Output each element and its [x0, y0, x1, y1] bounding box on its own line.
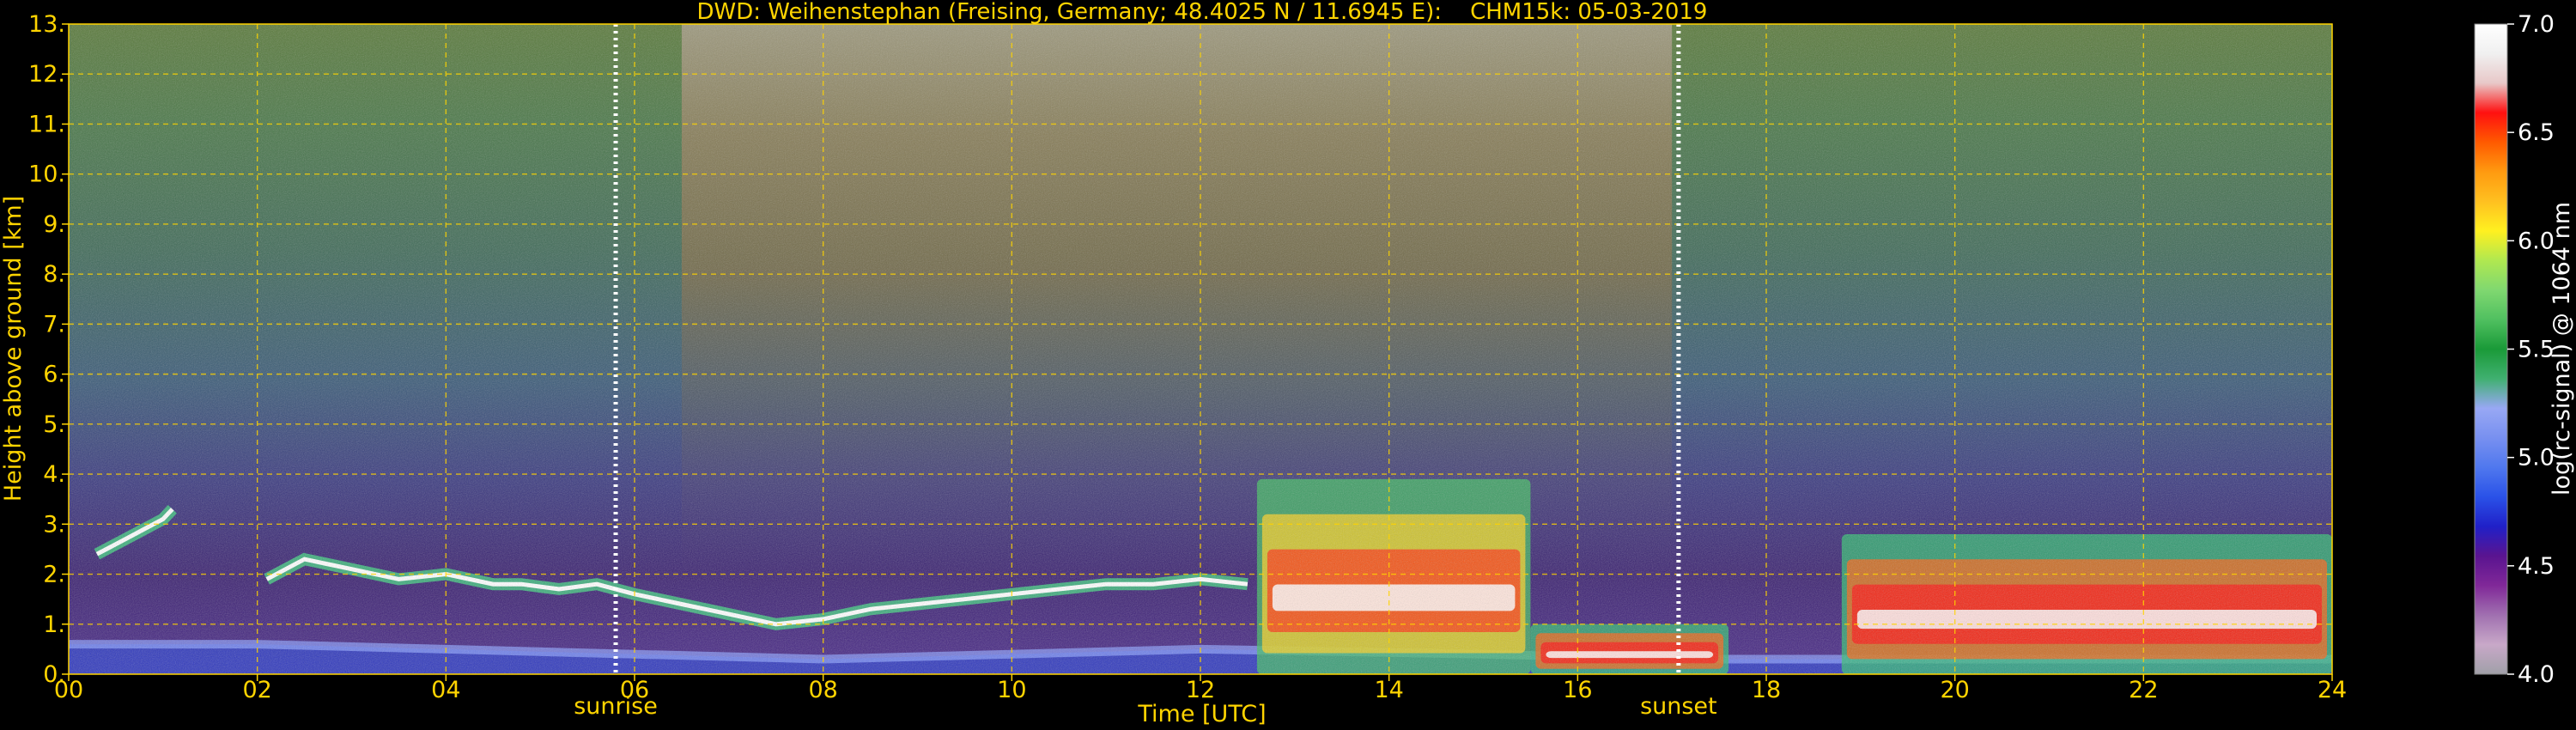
x-axis-ticks: 00 02 04 06 08 10 12 14 16 18 20 22 24: [54, 674, 2347, 703]
x-tick-label: 22: [2129, 677, 2158, 703]
y-axis-label: Height above ground [km]: [0, 196, 27, 502]
y-tick-label: 8.: [43, 261, 65, 288]
sunrise-label: sunrise: [574, 693, 658, 720]
x-tick-label: 24: [2318, 677, 2347, 703]
plot-area: [69, 24, 2332, 674]
x-tick-label: 12: [1186, 677, 1215, 703]
y-tick-label: 6.: [43, 362, 65, 388]
x-tick-label: 16: [1563, 677, 1592, 703]
y-tick-label: 7.: [43, 311, 65, 338]
y-tick-label: 5.: [43, 411, 65, 438]
y-tick-label: 2.: [43, 562, 65, 588]
colorbar-tick-label: 6.5: [2518, 119, 2555, 146]
colorbar-gradient: [2474, 23, 2508, 675]
y-tick-label: 4.: [43, 461, 65, 488]
y-tick-label: 9.: [43, 211, 65, 238]
x-tick-label: 20: [1940, 677, 1969, 703]
x-tick-label: 08: [808, 677, 837, 703]
y-tick-label: 1.: [43, 611, 65, 638]
x-tick-label: 18: [1752, 677, 1781, 703]
colorbar: 4.04.55.05.56.06.57.0 log(rc-signal) @ 1…: [2474, 11, 2575, 688]
y-tick-label: 12.: [28, 61, 65, 88]
y-axis-ticks: 0. 1. 2. 3. 4. 5. 6. 7. 8. 9. 10. 11. 12. 13.: [28, 11, 69, 688]
x-tick-label: 10: [997, 677, 1026, 703]
colorbar-label: log(rc-signal) @ 1064 nm: [2549, 202, 2575, 496]
y-tick-label: 10.: [28, 161, 65, 188]
colorbar-tick-label: 7.0: [2518, 11, 2555, 38]
x-axis-label: Time [UTC]: [1137, 701, 1266, 727]
y-tick-label: 0.: [43, 661, 65, 688]
x-tick-label: 14: [1374, 677, 1403, 703]
y-tick-label: 11.: [28, 111, 65, 137]
x-tick-label: 02: [242, 677, 271, 703]
sunset-label: sunset: [1640, 693, 1717, 720]
colorbar-tick-label: 4.0: [2518, 661, 2555, 688]
y-tick-label: 13.: [28, 11, 65, 38]
x-tick-label: 04: [431, 677, 460, 703]
ceilometer-chart: DWD: Weihenstephan (Freising, Germany; 4…: [0, 0, 2575, 727]
chart-title: DWD: Weihenstephan (Freising, Germany; 4…: [697, 0, 1708, 25]
y-tick-label: 3.: [43, 511, 65, 538]
colorbar-ticks: 4.04.55.05.56.06.57.0: [2507, 11, 2555, 688]
colorbar-tick-label: 4.5: [2518, 553, 2555, 580]
